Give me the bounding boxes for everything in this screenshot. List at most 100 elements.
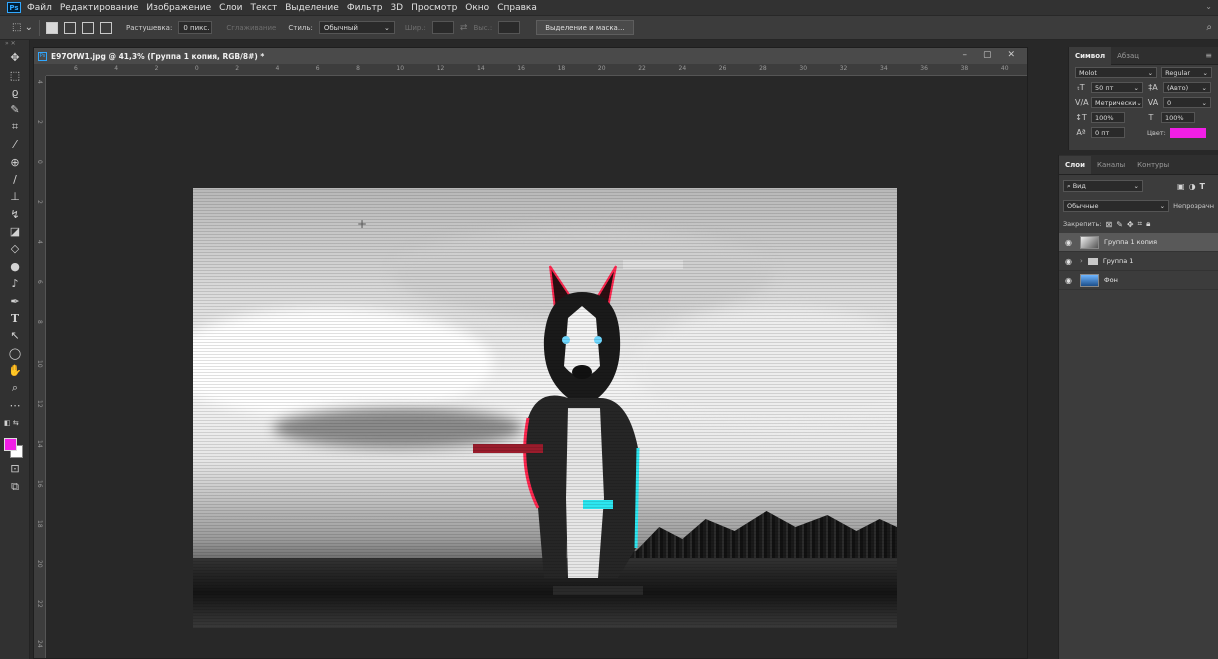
close-icon[interactable]: ✕ xyxy=(1007,50,1015,60)
healing-brush-tool-icon[interactable]: ⊕ xyxy=(0,153,30,170)
lock-transparency-icon[interactable]: ⊠ xyxy=(1105,220,1112,229)
style-select[interactable]: Обычный ⌄ xyxy=(318,21,395,34)
menu-image[interactable]: Изображение xyxy=(146,3,211,13)
type-filter-icon[interactable]: T xyxy=(1200,182,1205,191)
foreground-color-swatch[interactable] xyxy=(4,438,17,451)
clone-stamp-tool-icon[interactable]: ⊥ xyxy=(0,188,30,205)
pen-tool-icon[interactable]: ✒ xyxy=(0,292,30,309)
menu-edit[interactable]: Редактирование xyxy=(60,3,139,13)
blend-mode-select[interactable]: Обычные ⌄ xyxy=(1063,200,1170,212)
image-filter-icon[interactable]: ▣ xyxy=(1177,182,1185,191)
tab-channels[interactable]: Каналы xyxy=(1091,156,1131,174)
blur-tool-icon[interactable]: ● xyxy=(0,258,30,275)
font-family-value: Molot xyxy=(1079,68,1097,77)
horizontal-scale-input[interactable]: 100% xyxy=(1161,112,1195,123)
screen-mode-icon[interactable]: ⧉ xyxy=(0,478,30,495)
path-selection-tool-icon[interactable]: ↖ xyxy=(0,327,30,344)
ellipse-tool-icon[interactable]: ◯ xyxy=(0,345,30,362)
more-tools-icon[interactable]: ⋯ xyxy=(0,397,30,414)
new-selection-icon[interactable] xyxy=(46,21,59,34)
collapse-icon[interactable]: ⌄ xyxy=(1205,2,1212,11)
toolbar-collapse-icon[interactable]: » ✕ xyxy=(0,40,29,49)
history-brush-tool-icon[interactable]: ↯ xyxy=(0,206,30,223)
intersect-selection-icon[interactable] xyxy=(100,21,113,34)
lasso-tool-icon[interactable]: ϱ xyxy=(0,84,30,101)
menu-help[interactable]: Справка xyxy=(497,3,537,13)
horizontal-ruler[interactable]: 6 4 2 0 2 4 6 8 10 12 14 16 18 20 22 24 26 28 30 32 34 36 38 40 xyxy=(46,64,1027,76)
vertical-ruler[interactable]: 4 2 0 2 4 6 8 10 12 14 16 18 20 22 24 xyxy=(34,76,46,658)
layer-filter-select[interactable]: ⌕ Вид ⌄ xyxy=(1063,180,1143,192)
tab-character[interactable]: Символ xyxy=(1069,46,1112,65)
leading-input[interactable]: (Авто) ⌄ xyxy=(1163,82,1211,93)
menu-view[interactable]: Просмотр xyxy=(411,3,457,13)
tab-paragraph[interactable]: Абзац xyxy=(1111,47,1145,65)
chevron-down-icon: ⌄ xyxy=(1201,83,1207,92)
panel-menu-icon[interactable]: ≡ xyxy=(1205,51,1212,60)
add-to-selection-icon[interactable] xyxy=(64,21,77,34)
canvas-area[interactable]: + xyxy=(47,77,1027,658)
tab-layers[interactable]: Слои xyxy=(1059,155,1091,174)
expand-chevron-icon[interactable]: › xyxy=(1080,257,1083,265)
menu-select[interactable]: Выделение xyxy=(285,3,339,13)
feather-input[interactable]: 0 пикс. xyxy=(178,21,213,34)
visibility-eye-icon[interactable]: ◉ xyxy=(1065,276,1075,285)
type-tool-icon[interactable]: T xyxy=(0,310,30,327)
menu-filter[interactable]: Фильтр xyxy=(347,3,383,13)
height-input[interactable] xyxy=(498,21,521,34)
crop-tool-icon[interactable]: ⌗ xyxy=(0,119,30,136)
select-and-mask-button[interactable]: Выделение и маска... xyxy=(536,20,634,35)
font-family-select[interactable]: Molot ⌄ xyxy=(1075,67,1158,78)
crosshair-cursor-icon: + xyxy=(357,217,368,231)
menu-type[interactable]: Текст xyxy=(251,3,278,13)
lock-position-icon[interactable]: ✥ xyxy=(1127,220,1134,229)
layer-group-1-copy[interactable]: ◉ Группа 1 копия xyxy=(1059,233,1218,252)
menu-layers[interactable]: Слои xyxy=(219,3,242,13)
vertical-scale-input[interactable]: 100% xyxy=(1091,112,1125,123)
font-size-value: 50 пт xyxy=(1095,83,1114,92)
eyedropper-tool-icon[interactable]: ⁄ xyxy=(0,136,30,153)
visibility-eye-icon[interactable]: ◉ xyxy=(1065,238,1075,247)
search-icon[interactable]: ⌕ xyxy=(1206,22,1212,33)
kerning-row: V/A Метрически ⌄ VA 0 ⌄ xyxy=(1069,95,1218,110)
kerning-select[interactable]: Метрически ⌄ xyxy=(1091,97,1143,108)
marquee-tool-icon[interactable]: ⬚ xyxy=(0,66,30,83)
antialias-checkbox[interactable]: Сглаживание xyxy=(226,24,276,32)
lock-all-icon[interactable]: 🔒︎ xyxy=(1146,219,1150,229)
swap-icon[interactable]: ⇄ xyxy=(460,23,468,33)
font-style-select[interactable]: Regular ⌄ xyxy=(1161,67,1212,78)
marquee-tool-preset-icon[interactable]: ⬚ ⌄ xyxy=(12,22,33,33)
brush-tool-icon[interactable]: / xyxy=(0,171,30,188)
quick-mask-icon[interactable]: ⊡ xyxy=(0,460,30,477)
adjustment-filter-icon[interactable]: ◑ xyxy=(1189,182,1196,191)
eraser-tool-icon[interactable]: ◪ xyxy=(0,223,30,240)
menu-window[interactable]: Окно xyxy=(465,3,489,13)
lock-artboard-icon[interactable]: ⌗ xyxy=(1138,219,1143,229)
subtract-selection-icon[interactable] xyxy=(82,21,95,34)
tracking-input[interactable]: 0 ⌄ xyxy=(1163,97,1211,108)
width-input[interactable] xyxy=(431,21,454,34)
lock-pixels-icon[interactable]: ✎ xyxy=(1116,220,1123,229)
photoshop-logo-icon[interactable]: Ps xyxy=(7,2,21,13)
ruler-origin[interactable] xyxy=(34,64,46,76)
menu-3d[interactable]: 3D xyxy=(390,3,403,13)
layer-background[interactable]: ◉ Фон xyxy=(1059,271,1218,290)
font-size-input[interactable]: 50 пт ⌄ xyxy=(1091,82,1143,93)
maximize-icon[interactable]: ▢ xyxy=(983,50,992,60)
baseline-shift-input[interactable]: 0 пт xyxy=(1091,127,1125,138)
paint-bucket-tool-icon[interactable]: ◇ xyxy=(0,240,30,257)
hand-tool-icon[interactable]: ✋ xyxy=(0,362,30,379)
dodge-tool-icon[interactable]: ♪ xyxy=(0,275,30,292)
minimize-icon[interactable]: – xyxy=(962,50,967,60)
move-tool-icon[interactable]: ✥ xyxy=(0,49,30,66)
document-tab[interactable]: Ps E97OfW1.jpg @ 41,3% (Группа 1 копия, … xyxy=(34,48,1027,64)
ruler-tick-label: 16 xyxy=(36,480,43,488)
zoom-tool-icon[interactable]: ⌕ xyxy=(0,379,30,396)
default-colors-icon[interactable]: ◧ ⇆ xyxy=(0,414,30,431)
visibility-eye-icon[interactable]: ◉ xyxy=(1065,257,1075,266)
text-color-swatch[interactable] xyxy=(1169,127,1206,138)
quick-selection-tool-icon[interactable]: ✎ xyxy=(0,101,30,118)
ruler-tick-label: 14 xyxy=(477,65,485,72)
menu-file[interactable]: Файл xyxy=(27,3,52,13)
layer-group-1[interactable]: ◉ › Группа 1 xyxy=(1059,252,1218,271)
tab-paths[interactable]: Контуры xyxy=(1131,156,1175,174)
